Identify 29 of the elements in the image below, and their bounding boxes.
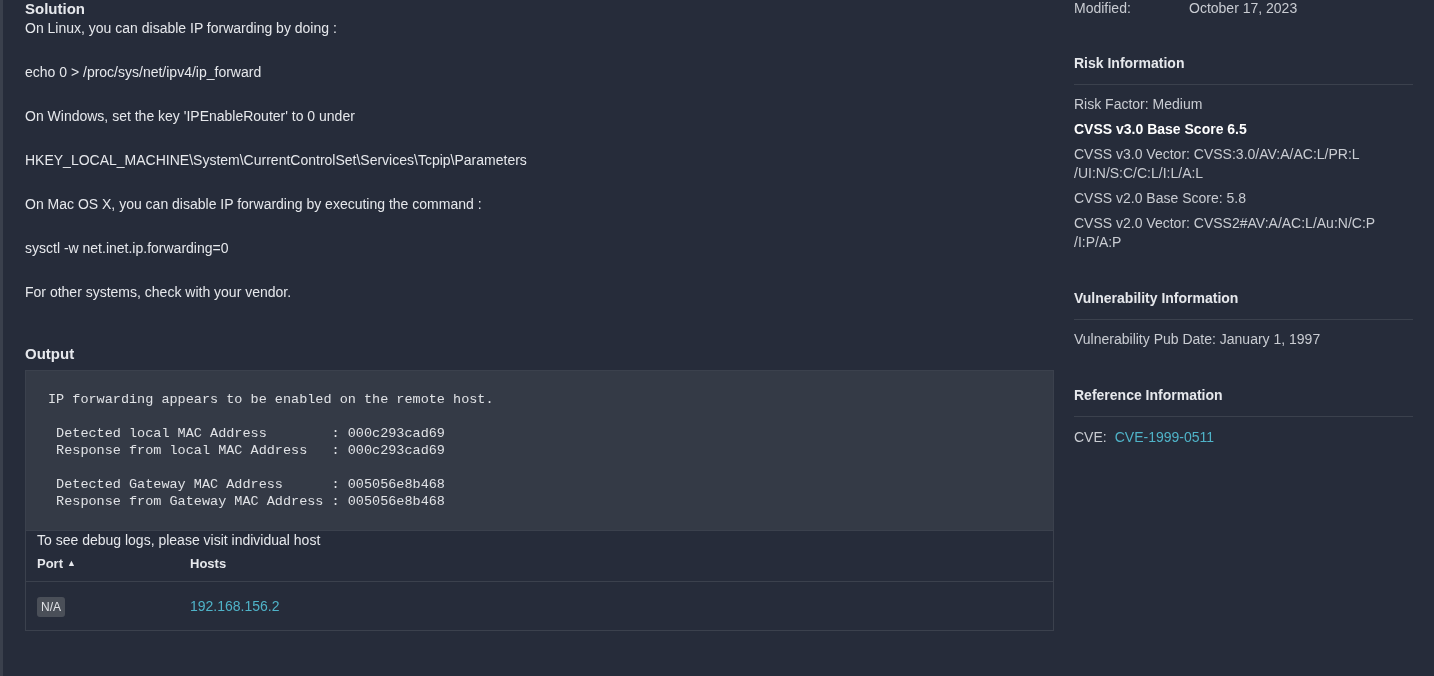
info-text: Risk Factor: Medium	[1074, 95, 1204, 114]
solution-text: HKEY_LOCAL_MACHINE\System\CurrentControlSet\Services\Tcpip\Parameters	[25, 151, 528, 169]
info-text: CVSS v3.0 Vector: CVSS:3.0/AV:A/AC:L/PR:L /UI:N/S:C/C:L/I:L/A:L	[1074, 145, 1361, 183]
solution-text: For other systems, check with your vendor.	[25, 283, 293, 301]
section-heading: Risk Information	[1074, 53, 1413, 85]
section-heading: Output	[25, 344, 76, 364]
port-badge: N/A	[37, 597, 65, 617]
solution-text: echo 0 > /proc/sys/net/ipv4/ip_forward	[25, 63, 263, 81]
info-text: Vulnerability Pub Date: January 1, 1997	[1074, 330, 1322, 349]
solution-text: sysctl -w net.inet.ip.forwarding=0	[25, 239, 230, 257]
modified-date: October 17, 2023	[1189, 0, 1298, 16]
section-heading: Reference Information	[1074, 385, 1413, 417]
section-heading: Solution	[25, 0, 86, 17]
info-text: CVSS v3.0 Base Score 6.5	[1074, 120, 1248, 139]
section-heading: Vulnerability Information	[1074, 288, 1413, 320]
debug-note: To see debug logs, please visit individual host	[36, 531, 322, 546]
column-header[interactable]: Port ▲	[37, 553, 190, 574]
column-header[interactable]: Hosts	[190, 553, 227, 574]
solution-text: On Mac OS X, you can disable IP forwarding by executing the command :	[25, 195, 483, 213]
cve-link[interactable]: CVE-1999-0511	[1114, 427, 1215, 448]
solution-text: On Windows, set the key 'IPEnableRouter' to 0 under	[25, 107, 356, 125]
modified-label: Modified:	[1074, 0, 1132, 16]
output-text: IP forwarding appears to be enabled on the remote host. Detected local MAC Address : 000c293cad69 Response from local MAC Address : 000c293cad69 Detected Gateway MAC Address : 005056e8b468 Response from Gateway MAC Address : 005056e8b468	[26, 371, 1053, 531]
info-text: CVSS v2.0 Vector: CVSS2#AV:A/AC:L/Au:N/C:P /I:P/A:P	[1074, 214, 1377, 252]
host-link[interactable]: 192.168.156.2	[190, 595, 280, 617]
reference-label: CVE:	[1074, 428, 1107, 447]
info-text: CVSS v2.0 Base Score: 5.8	[1074, 189, 1247, 208]
solution-text: On Linux, you can disable IP forwarding by doing :	[25, 19, 338, 37]
sort-icon: ▲	[67, 556, 76, 571]
